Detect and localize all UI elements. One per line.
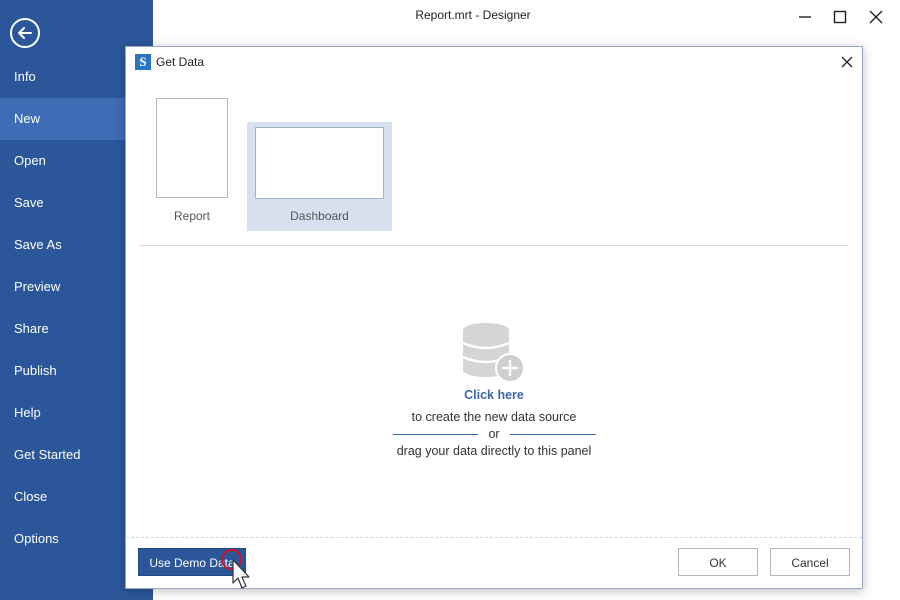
close-icon bbox=[869, 10, 883, 24]
mouse-pointer-icon bbox=[232, 559, 250, 589]
dialog-close-button[interactable] bbox=[838, 53, 856, 71]
click-here-link[interactable]: Click here bbox=[394, 388, 594, 402]
back-button[interactable] bbox=[10, 18, 40, 48]
close-icon bbox=[841, 56, 853, 68]
template-report-label: Report bbox=[173, 209, 211, 223]
minimize-button[interactable] bbox=[794, 6, 816, 28]
close-window-button[interactable] bbox=[865, 6, 887, 28]
report-page-thumbnail bbox=[156, 98, 228, 198]
cancel-button[interactable]: Cancel bbox=[770, 548, 850, 576]
title-bar: Report.mrt - Designer bbox=[153, 0, 900, 32]
divider bbox=[140, 245, 848, 246]
ok-button[interactable]: OK bbox=[678, 548, 758, 576]
drag-data-text: drag your data directly to this panel bbox=[396, 444, 592, 458]
dialog-header: S Get Data bbox=[126, 47, 862, 77]
create-datasource-text: to create the new data source bbox=[411, 410, 577, 424]
arrow-left-icon bbox=[18, 27, 32, 39]
maximize-button[interactable] bbox=[829, 6, 851, 28]
database-add-icon[interactable] bbox=[462, 321, 526, 385]
or-separator-left bbox=[393, 434, 478, 435]
template-report[interactable]: Report bbox=[156, 98, 228, 228]
maximize-icon bbox=[833, 10, 847, 24]
or-text: or bbox=[488, 427, 500, 441]
window-title: Report.mrt - Designer bbox=[415, 8, 531, 22]
minimize-icon bbox=[799, 16, 811, 18]
dialog-title: Get Data bbox=[156, 55, 205, 69]
or-separator-right bbox=[510, 434, 596, 435]
get-data-dialog: S Get Data Report Dashboard Click here t… bbox=[125, 46, 863, 589]
dashboard-page-thumbnail bbox=[255, 127, 384, 199]
template-dashboard[interactable]: Dashboard bbox=[247, 122, 392, 231]
template-dashboard-label: Dashboard bbox=[290, 209, 349, 223]
footer-divider bbox=[126, 537, 862, 538]
stimulsoft-logo-icon: S bbox=[135, 54, 151, 70]
